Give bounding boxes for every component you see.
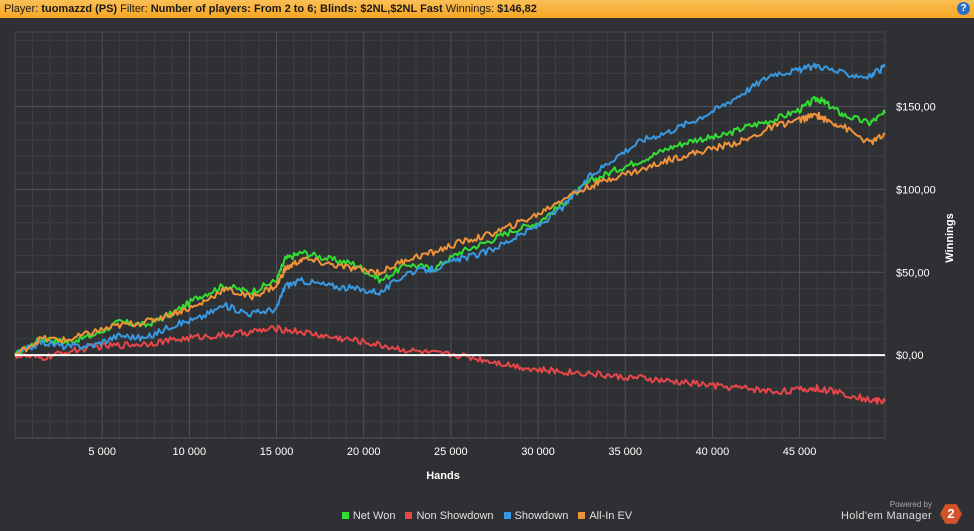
legend-item-net-won[interactable]: Net Won: [341, 510, 396, 522]
filter-value: Number of players: From 2 to 6; Blinds: …: [151, 0, 443, 18]
legend-swatch: [578, 512, 586, 519]
legend-item-non-showdown[interactable]: Non Showdown: [405, 510, 494, 522]
winnings-label: Winnings:: [445, 3, 495, 15]
y-tick-label: $0,00: [896, 350, 924, 362]
x-tick-label: 10 000: [173, 446, 207, 458]
player-label: Player:: [4, 3, 39, 15]
legend-label: Showdown: [514, 510, 569, 522]
x-tick-labels: 5 000 10 000 15 000 20 000 25 000 30 000 35 00…: [88, 446, 816, 458]
x-tick-label: 25 000: [434, 446, 468, 458]
legend-swatch: [341, 512, 349, 519]
player-name: tuomazzd (PS): [41, 3, 118, 15]
winnings-value: $146,82: [497, 0, 537, 18]
powered-by-text: Powered by: [889, 500, 932, 509]
grid: [14, 31, 886, 439]
winnings-chart: $0,00 $50,00 $100,00 $150,00 5 000 10 000 15 …: [14, 31, 956, 482]
filter-text: Number of players: From 2 to 6; Blinds: …: [150, 3, 443, 15]
legend-label: Non Showdown: [416, 510, 494, 522]
legend-item-all-in-ev[interactable]: All-In EV: [578, 510, 632, 522]
y-tick-labels: $0,00 $50,00 $100,00 $150,00: [896, 102, 936, 363]
x-tick-label: 40 000: [696, 446, 730, 458]
x-tick-label: 5 000: [88, 446, 116, 458]
x-tick-label: 15 000: [260, 446, 294, 458]
brand-name: Hold'em Manager: [841, 510, 932, 522]
legend-label: All-In EV: [589, 510, 633, 522]
plot-area: [14, 31, 886, 439]
y-tick-label: $50,00: [896, 267, 930, 279]
header-bar: Player: tuomazzd (PS) Filter: Number of …: [0, 0, 974, 18]
legend-label: Net Won: [352, 510, 396, 522]
y-tick-label: $100,00: [896, 184, 936, 196]
brand-logo: Powered by Hold'em Manager 2: [826, 500, 966, 528]
series-line-all-in-ev: [14, 111, 886, 356]
legend-swatch: [503, 512, 511, 519]
winnings-amount: $146,82: [497, 3, 537, 15]
help-icon[interactable]: ?: [957, 2, 970, 15]
x-tick-label: 45 000: [783, 446, 817, 458]
series-lines: [14, 62, 886, 405]
y-axis-label: Winnings: [944, 213, 956, 262]
y-tick-label: $150,00: [896, 102, 936, 114]
x-tick-label: 30 000: [521, 446, 555, 458]
legend-swatch: [405, 512, 413, 519]
legend-item-showdown[interactable]: Showdown: [503, 510, 569, 522]
x-tick-label: 35 000: [608, 446, 642, 458]
x-tick-label: 20 000: [347, 446, 381, 458]
brand-badge: 2: [940, 504, 962, 524]
series-line-showdown: [14, 62, 886, 357]
x-axis-label: Hands: [426, 470, 460, 482]
filter-label: Filter:: [120, 3, 148, 15]
player-value: tuomazzd (PS): [41, 0, 117, 18]
